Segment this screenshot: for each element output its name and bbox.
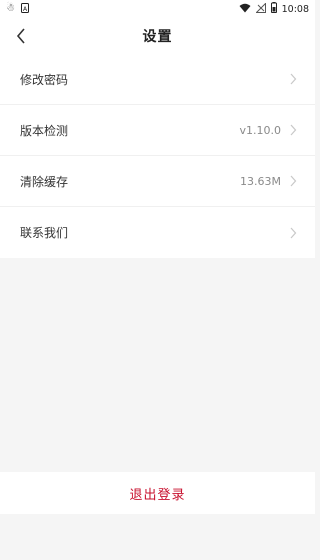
- signal-off-icon: [254, 1, 266, 16]
- svg-text:A: A: [23, 6, 28, 13]
- settings-item-label: 清除缓存: [20, 174, 69, 189]
- empty-area: [0, 258, 315, 472]
- logout-label: 退出登录: [129, 487, 186, 503]
- settings-item-clear-cache[interactable]: 清除缓存 13.63M: [0, 156, 315, 207]
- chevron-left-icon: [16, 28, 25, 44]
- wifi-icon: [239, 3, 251, 16]
- settings-item-label: 版本检测: [20, 123, 69, 138]
- battery-icon: [270, 2, 277, 16]
- settings-item-contact-us[interactable]: 联系我们: [0, 207, 315, 258]
- settings-item-change-password[interactable]: 修改密码: [0, 54, 315, 105]
- version-value: v1.10.0: [239, 123, 282, 137]
- settings-item-right: [281, 73, 297, 85]
- status-time: 10:08: [281, 3, 309, 15]
- app-notification-icon: ☃: [6, 3, 15, 14]
- settings-item-right: 13.63M: [240, 175, 297, 188]
- sim-a-icon: A: [20, 2, 29, 16]
- settings-item-label: 修改密码: [20, 72, 69, 87]
- chevron-right-icon: [290, 124, 297, 136]
- chevron-right-icon: [290, 175, 297, 187]
- header: 设置: [0, 18, 315, 55]
- chevron-right-icon: [290, 73, 297, 85]
- page-title: 设置: [142, 29, 173, 45]
- settings-item-label: 联系我们: [20, 226, 69, 240]
- status-bar: ☃ A 10:08: [0, 0, 315, 18]
- settings-item-right: [281, 227, 297, 239]
- bottom-spacer: [0, 514, 315, 560]
- status-bar-left: ☃ A: [0, 2, 29, 16]
- settings-item-right: v1.10.0: [240, 124, 298, 137]
- cache-size-value: 13.63M: [240, 174, 281, 188]
- back-button[interactable]: [6, 18, 36, 54]
- settings-item-version-check[interactable]: 版本检测 v1.10.0: [0, 105, 315, 156]
- status-bar-right: 10:08: [239, 1, 315, 16]
- logout-button[interactable]: 退出登录: [0, 472, 315, 514]
- settings-list: 修改密码 版本检测 v1.10.0 清除缓存 13.63M 联系我们: [0, 54, 315, 258]
- chevron-right-icon: [290, 227, 297, 238]
